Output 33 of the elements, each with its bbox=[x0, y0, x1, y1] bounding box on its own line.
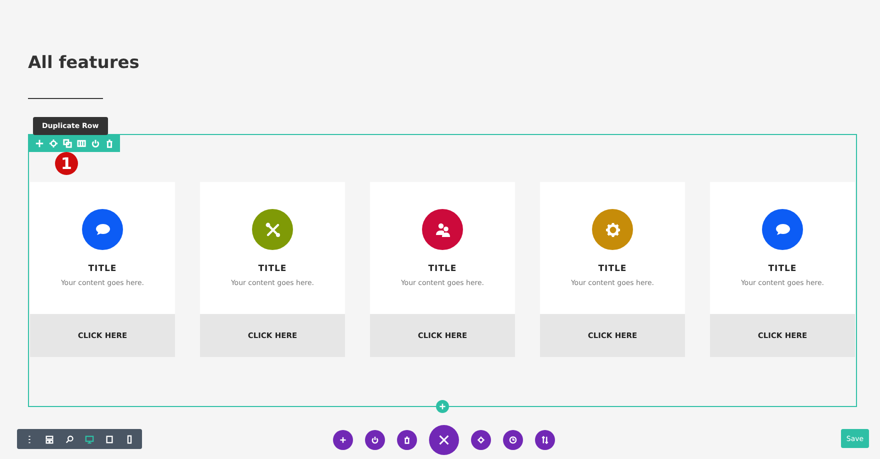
card-title: TITLE bbox=[88, 264, 117, 274]
trash-icon bbox=[105, 139, 114, 148]
add-icon bbox=[339, 436, 347, 444]
card-title: TITLE bbox=[598, 264, 627, 274]
power-icon bbox=[371, 436, 379, 444]
settings-icon bbox=[477, 436, 485, 444]
sort-icon bbox=[541, 436, 549, 444]
add-icon bbox=[35, 139, 44, 148]
power-icon bbox=[91, 139, 100, 148]
settings-icon bbox=[49, 139, 58, 148]
duplicate-icon bbox=[63, 139, 72, 148]
card-title: TITLE bbox=[768, 264, 797, 274]
trash-icon bbox=[403, 436, 411, 444]
search-icon bbox=[65, 434, 74, 444]
trash-icon-button[interactable] bbox=[397, 430, 417, 450]
tablet-icon bbox=[105, 434, 114, 444]
sort-icon-button[interactable] bbox=[535, 430, 555, 450]
add-icon bbox=[439, 403, 446, 410]
card-title: TITLE bbox=[258, 264, 287, 274]
clock-icon bbox=[509, 436, 517, 444]
add-icon-button[interactable] bbox=[333, 430, 353, 450]
close-icon bbox=[438, 434, 450, 446]
card-title: TITLE bbox=[428, 264, 457, 274]
monitor-icon bbox=[85, 434, 94, 444]
section-heading: All features bbox=[28, 52, 140, 74]
step-badge: 1 bbox=[55, 152, 78, 175]
close-icon-button[interactable] bbox=[429, 425, 459, 455]
columns-icon bbox=[77, 139, 86, 148]
power-icon-button[interactable] bbox=[365, 430, 385, 450]
settings-icon-button[interactable] bbox=[471, 430, 491, 450]
phone-icon bbox=[125, 434, 134, 444]
layout-icon bbox=[45, 434, 54, 444]
clock-icon-button[interactable] bbox=[503, 430, 523, 450]
